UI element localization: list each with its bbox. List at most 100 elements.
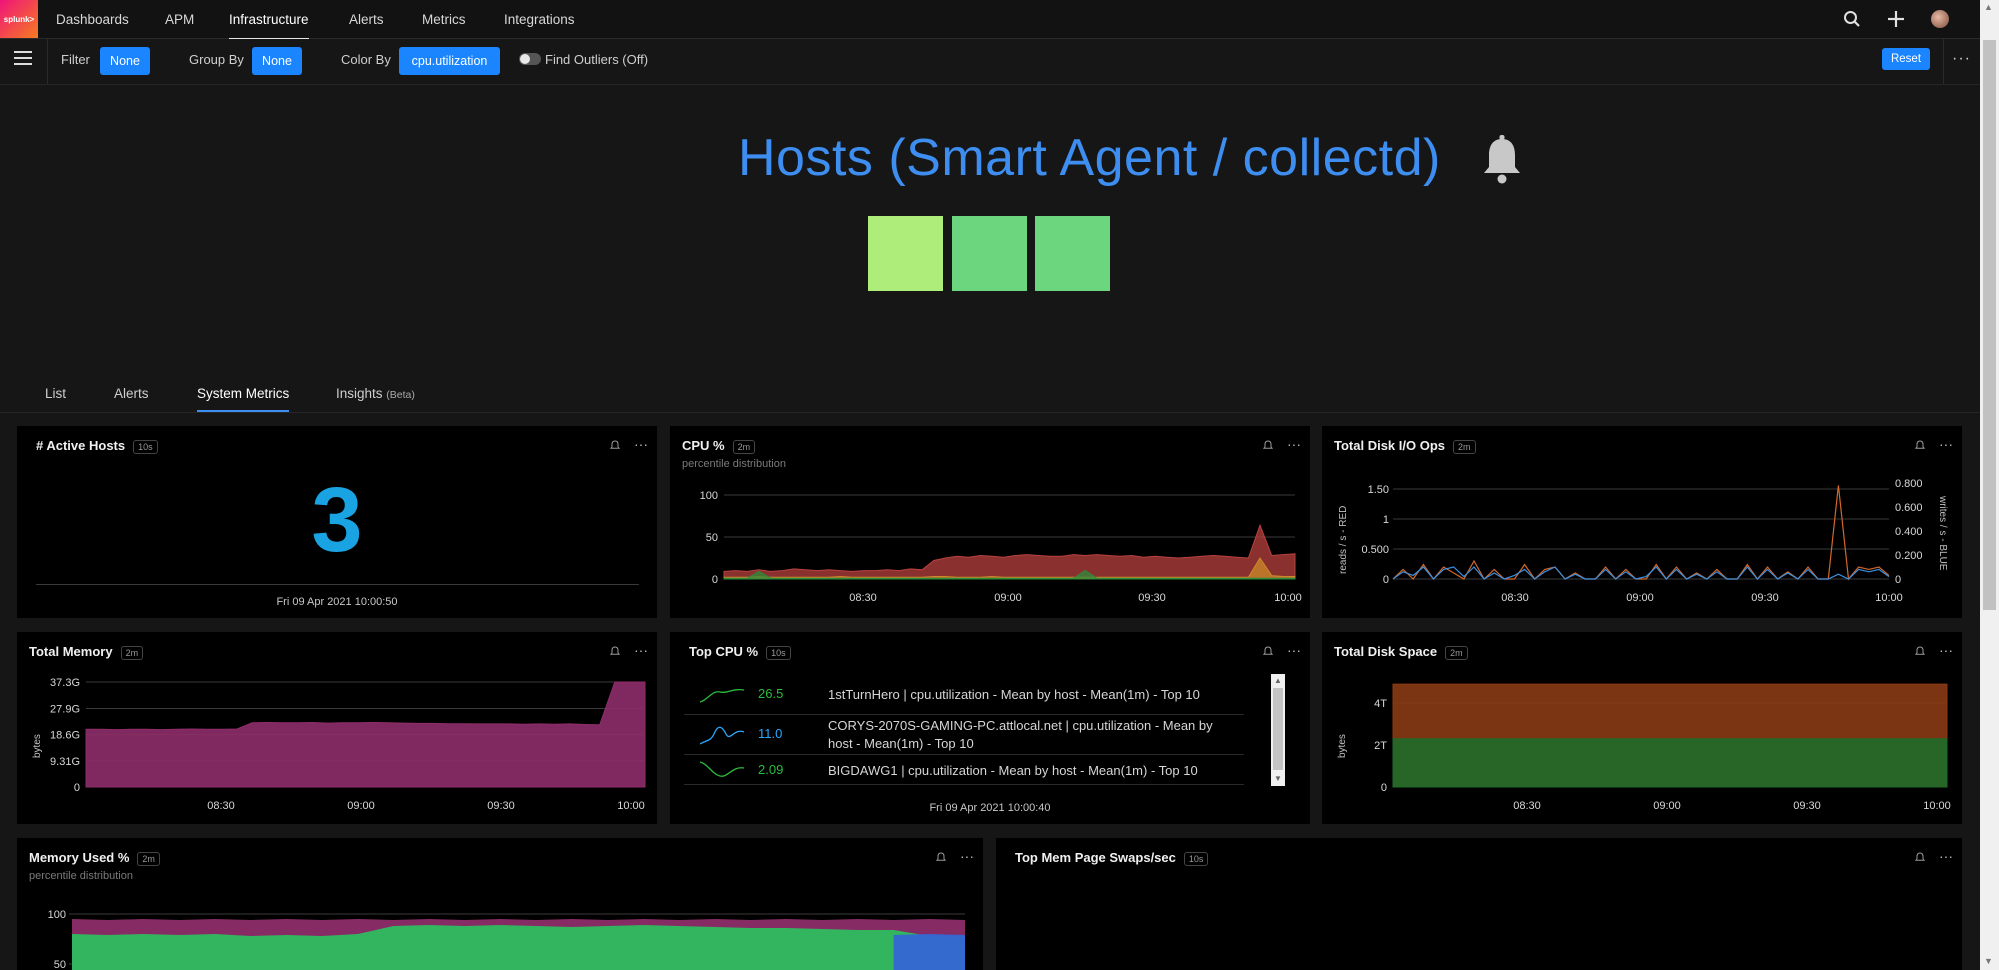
list-item[interactable]: 11.0 CORYS-2070S-GAMING-PC.attlocal.net … — [684, 714, 1244, 755]
search-icon[interactable] — [1840, 7, 1864, 31]
x-tick-label: 08:30 — [207, 800, 235, 812]
more-options-icon[interactable]: ··· — [1287, 642, 1301, 658]
nav-metrics[interactable]: Metrics — [422, 12, 466, 27]
series-area — [1392, 738, 1948, 788]
filter-button[interactable]: None — [100, 47, 150, 75]
page-title: Hosts (Smart Agent / collectd) — [738, 129, 1441, 187]
series-area — [85, 681, 646, 788]
panel-title: # Active Hosts 10s — [36, 438, 158, 454]
find-outliers-label: Find Outliers (Off) — [545, 52, 649, 67]
beta-badge: (Beta) — [386, 389, 415, 401]
colorby-label: Color By — [341, 52, 391, 67]
filter-bar: Filter None Group By None Color By cpu.u… — [0, 39, 1980, 85]
y-axis-label: bytes — [32, 734, 43, 758]
disk-io-chart: reads / s - RED writes / s - BLUE 0 0.500… — [1338, 478, 1948, 604]
disk-io-panel: Total Disk I/O Ops 2m ··· reads / s - RED… — [1322, 426, 1962, 618]
top-cpu-panel: Top CPU % 10s ··· 26.5 1stTurnHero | cpu.… — [670, 632, 1310, 824]
tab-insights[interactable]: Insights (Beta) — [336, 386, 415, 401]
x-tick-label: 10:00 — [617, 800, 645, 812]
panel-badge: 10s — [133, 439, 158, 454]
user-avatar[interactable] — [1928, 7, 1952, 31]
nav-dashboards[interactable]: Dashboards — [56, 12, 129, 27]
x-tick-label: 10:00 — [1923, 800, 1951, 812]
sparkline — [700, 688, 744, 703]
y-tick-label: 27.9G — [50, 703, 80, 715]
memory-used-panel: Memory Used % 2m percentile distribution … — [17, 838, 983, 970]
row-description: CORYS-2070S-GAMING-PC.attlocal.net | cpu… — [828, 718, 1213, 751]
host-square[interactable] — [952, 216, 1027, 291]
disk-space-chart: bytes 0 2T 4T 08:30 09:00 09:30 10:00 — [1337, 683, 1951, 812]
x-tick-label: 08:30 — [1501, 592, 1529, 604]
row-value: 2.09 — [758, 762, 784, 777]
more-options-icon[interactable]: ··· — [1952, 51, 1971, 67]
y-tick-label-right: 0.200 — [1895, 550, 1923, 562]
colorby-button[interactable]: cpu.utilization — [399, 47, 500, 75]
y-tick-label: 1 — [1383, 514, 1389, 526]
y-tick-label: 100 — [48, 909, 66, 921]
x-tick-label: 09:00 — [347, 800, 375, 812]
list-item[interactable]: 26.5 1stTurnHero | cpu.utilization - Mea… — [684, 674, 1244, 715]
panel-title: Top Mem Page Swaps/sec 10s — [1015, 850, 1209, 866]
y-axis-label: bytes — [1337, 734, 1348, 758]
list-item[interactable]: 2.09 BIGDAWG1 | cpu.utilization - Mean b… — [684, 754, 1244, 785]
mem-page-swaps-panel: Top Mem Page Swaps/sec 10s ··· — [996, 838, 1962, 970]
find-outliers-toggle[interactable] — [519, 53, 541, 65]
row-value: 26.5 — [758, 686, 784, 701]
sparkline — [700, 726, 744, 745]
tab-alerts[interactable]: Alerts — [114, 386, 149, 401]
x-tick-label: 09:30 — [1138, 592, 1166, 604]
disk-space-panel: Total Disk Space 2m ··· bytes 0 2T 4T 08:30 0… — [1322, 632, 1962, 824]
nav-alerts[interactable]: Alerts — [349, 12, 384, 27]
nav-integrations[interactable]: Integrations — [504, 12, 575, 27]
cpu-panel: CPU % 2m percentile distribution ··· 0 50 1… — [670, 426, 1310, 618]
sparkline — [700, 761, 744, 777]
more-options-icon[interactable]: ··· — [634, 436, 648, 452]
series-line — [1392, 485, 1890, 581]
y-tick-label: 9.31G — [50, 756, 80, 768]
total-memory-chart: bytes 0 9.31G 18.6G 27.9G 37.3G 08:30 09:00 09:… — [32, 677, 646, 812]
bell-icon[interactable] — [1914, 850, 1926, 868]
groupby-button[interactable]: None — [252, 47, 302, 75]
page-scrollbar[interactable]: ▲ ▼ — [1980, 0, 1999, 970]
bell-icon[interactable] — [1262, 644, 1274, 662]
top-navigation: splunk> Dashboards APM Infrastructure Al… — [0, 0, 1999, 40]
y-tick-label: 0.500 — [1361, 544, 1389, 556]
host-square[interactable] — [868, 216, 943, 291]
y-tick-label: 2T — [1374, 740, 1387, 752]
y-tick-label: 37.3G — [50, 677, 80, 689]
x-tick-label: 08:30 — [849, 592, 877, 604]
menu-icon[interactable] — [14, 51, 32, 67]
y-tick-label-right: 0 — [1895, 574, 1901, 586]
reset-button[interactable]: Reset — [1882, 48, 1930, 70]
y-tick-label-right: 0.400 — [1895, 526, 1923, 538]
active-hosts-panel: # Active Hosts 10s ··· 3 Fri 09 Apr 2021 … — [17, 426, 657, 618]
list-scrollbar[interactable]: ▲ ▼ — [1271, 674, 1285, 786]
x-tick-label: 09:30 — [1751, 592, 1779, 604]
nav-infrastructure[interactable]: Infrastructure — [229, 12, 309, 40]
plus-icon[interactable] — [1884, 7, 1908, 31]
left-axis-label: reads / s - RED — [1338, 506, 1349, 574]
x-tick-label: 09:00 — [1626, 592, 1654, 604]
active-hosts-value: 3 — [311, 469, 363, 571]
panel-badge: 10s — [1183, 851, 1209, 866]
nav-apm[interactable]: APM — [165, 12, 194, 27]
series-area — [893, 934, 965, 970]
bell-icon[interactable] — [609, 438, 621, 456]
groupby-label: Group By — [189, 52, 244, 67]
right-axis-label: writes / s - BLUE — [1937, 495, 1948, 571]
y-tick-label: 18.6G — [50, 730, 80, 742]
more-options-icon[interactable]: ··· — [1939, 848, 1953, 864]
bell-icon[interactable] — [1480, 135, 1524, 190]
x-tick-label: 10:00 — [1274, 592, 1302, 604]
panel-badge: 10s — [766, 645, 791, 660]
tab-system-metrics[interactable]: System Metrics — [197, 386, 290, 412]
filter-label: Filter — [61, 52, 90, 67]
splunk-logo[interactable]: splunk> — [0, 0, 38, 38]
tab-list[interactable]: List — [45, 386, 66, 401]
y-tick-label: 0 — [1381, 782, 1387, 794]
series-area — [723, 523, 1296, 580]
y-tick-label: 1.50 — [1368, 484, 1389, 496]
timestamp: Fri 09 Apr 2021 10:00:50 — [276, 596, 398, 608]
host-square[interactable] — [1035, 216, 1110, 291]
row-value: 11.0 — [758, 726, 783, 741]
